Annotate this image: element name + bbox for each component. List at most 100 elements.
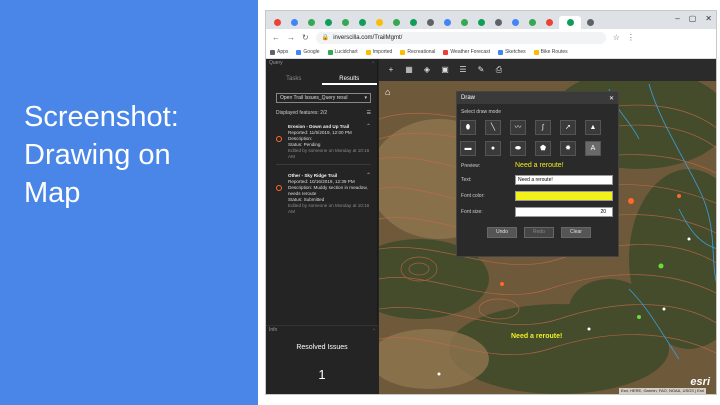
result-item[interactable]: ⌃ Erosion - Down and Up Trail Reported: … xyxy=(276,124,371,160)
favicon-icon xyxy=(495,19,502,26)
browser-tab[interactable] xyxy=(508,16,523,29)
panel-header: Info ▫ xyxy=(266,326,378,334)
layers-icon[interactable]: ◈ xyxy=(423,66,431,74)
text-input[interactable]: Need a reroute! xyxy=(515,175,613,185)
menu-icon[interactable]: ⋮ xyxy=(627,33,635,42)
browser-tab[interactable] xyxy=(355,16,370,29)
circle-icon[interactable]: ● xyxy=(485,141,501,156)
browser-tab[interactable] xyxy=(372,16,387,29)
esri-logo: esri xyxy=(690,376,710,388)
bookmark[interactable]: Apps xyxy=(270,49,288,55)
browser-tab[interactable] xyxy=(287,16,302,29)
browser-tab[interactable] xyxy=(304,16,319,29)
bookmark[interactable]: Lucidchart xyxy=(327,49,358,55)
triangle-icon[interactable]: ▲ xyxy=(585,120,601,135)
browser-tab[interactable] xyxy=(423,16,438,29)
list-icon[interactable]: ☰ xyxy=(459,66,467,74)
zoom-in-icon[interactable]: + xyxy=(387,66,395,74)
list-icon[interactable]: ☰ xyxy=(367,110,371,116)
location-pin-icon xyxy=(276,136,282,142)
query-panel: Query ▫ Tasks Results Open Trail Issues_… xyxy=(266,59,378,325)
freehand-line-icon[interactable]: ∫ xyxy=(535,120,551,135)
point-icon[interactable]: ⬮ xyxy=(460,120,476,135)
star-icon[interactable]: ☆ xyxy=(613,33,620,42)
font-size-input[interactable]: 20 xyxy=(515,207,613,217)
freehand-polygon-icon[interactable]: ✸ xyxy=(560,141,576,156)
info-panel: Info ▫ Resolved Issues 1 xyxy=(266,325,378,394)
browser-tab[interactable] xyxy=(406,16,421,29)
browser-tab[interactable] xyxy=(542,16,557,29)
edit-icon[interactable]: ✎ xyxy=(477,66,485,74)
preview-text: Need a reroute! xyxy=(515,162,564,169)
tab-tasks[interactable]: Tasks xyxy=(266,73,322,85)
basemap-icon[interactable]: ▦ xyxy=(405,66,413,74)
close-icon[interactable]: ✕ xyxy=(705,14,712,23)
draw-tools: ⬮ ╲ 〰 ∫ ➚ ▲ ▬ ● ⬬ ⬟ ✸ A xyxy=(460,120,618,156)
query-tabs: Tasks Results xyxy=(266,73,377,85)
minimize-icon[interactable]: – xyxy=(675,14,679,23)
result-description-label: Description: xyxy=(288,185,313,190)
browser-tab[interactable] xyxy=(474,16,489,29)
text-icon[interactable]: A xyxy=(585,141,601,156)
favicon-icon xyxy=(325,19,332,26)
chevron-up-icon[interactable]: ⌃ xyxy=(366,173,371,179)
slide-left-panel: Screenshot: Drawing on Map xyxy=(0,0,258,405)
query-select[interactable]: Open Trail Issues_Query resul ▾ xyxy=(276,93,371,103)
result-edited: Edited by someone on Monday at 10:16 AM xyxy=(288,148,370,159)
undo-button[interactable]: Undo xyxy=(487,227,517,238)
bookmark[interactable]: Sketches xyxy=(498,49,526,55)
browser-tab[interactable] xyxy=(440,16,455,29)
browser-tab[interactable] xyxy=(389,16,404,29)
browser-tab[interactable] xyxy=(338,16,353,29)
browser-tab[interactable] xyxy=(583,16,598,29)
clear-button[interactable]: Clear xyxy=(561,227,591,238)
tab-results[interactable]: Results xyxy=(321,73,377,85)
back-icon[interactable]: ← xyxy=(272,33,280,42)
expand-icon[interactable]: ▫ xyxy=(373,327,375,333)
bookmark[interactable]: Imported xyxy=(365,49,392,55)
redo-button[interactable]: Redo xyxy=(524,227,554,238)
reload-icon[interactable]: ↻ xyxy=(302,33,309,42)
result-status-value: Submitted xyxy=(303,197,325,202)
expand-icon[interactable]: ▫ xyxy=(372,60,374,66)
result-item[interactable]: ⌃ Other - Sky Ridge Trail Reported: 10/1… xyxy=(276,173,371,215)
browser-tab[interactable] xyxy=(270,16,285,29)
map-text-annotation[interactable]: Need a reroute! xyxy=(511,333,562,340)
bookmark[interactable]: Google xyxy=(296,49,320,55)
rectangle-icon[interactable]: ▬ xyxy=(460,141,476,156)
favicon-icon xyxy=(410,19,417,26)
font-size-row: Font size: 20 xyxy=(461,207,618,217)
home-icon[interactable]: ⌂ xyxy=(385,87,395,97)
browser-tab[interactable] xyxy=(457,16,472,29)
browser-tab[interactable] xyxy=(525,16,540,29)
window-controls: – ▢ ✕ xyxy=(675,14,712,23)
print-icon[interactable]: ⎙ xyxy=(495,66,503,74)
map-view[interactable]: + ▦ ◈ ▣ ☰ ✎ ⎙ ⌂ Draw ✕ Select draw mode … xyxy=(379,59,716,394)
font-color-picker[interactable] xyxy=(515,191,613,201)
preview-label: Preview: xyxy=(461,162,481,169)
polyline-icon[interactable]: 〰 xyxy=(510,120,526,135)
url-input[interactable]: 🔒 inverscilla.com/TrailMgmt/ xyxy=(315,31,606,44)
bookmark[interactable]: Weather Forecast xyxy=(443,49,490,55)
forward-icon[interactable]: → xyxy=(287,33,295,42)
favicon-icon xyxy=(342,19,349,26)
arrow-icon[interactable]: ➚ xyxy=(560,120,576,135)
image-icon[interactable]: ▣ xyxy=(441,66,449,74)
query-select-value: Open Trail Issues_Query resul xyxy=(280,95,348,101)
bookmark[interactable]: Bike Routes xyxy=(533,49,568,55)
resolved-issues-title: Resolved Issues xyxy=(296,344,348,351)
maximize-icon[interactable]: ▢ xyxy=(689,14,697,23)
browser-tab[interactable] xyxy=(491,16,506,29)
bookmark[interactable]: Recreational xyxy=(400,49,435,55)
browser-tab[interactable] xyxy=(321,16,336,29)
favicon-icon xyxy=(566,19,574,26)
draw-mode-label: Select draw mode xyxy=(461,109,502,115)
line-icon[interactable]: ╲ xyxy=(485,120,501,135)
browser-tab[interactable] xyxy=(559,16,581,29)
ellipse-icon[interactable]: ⬬ xyxy=(510,141,526,156)
chevron-up-icon[interactable]: ⌃ xyxy=(366,124,371,130)
browser-window: – ▢ ✕ ← → ↻ 🔒 inverscilla.com/TrailMgmt/… xyxy=(265,10,717,395)
font-color-label: Font color: xyxy=(461,193,485,199)
close-icon[interactable]: ✕ xyxy=(609,95,614,102)
polygon-icon[interactable]: ⬟ xyxy=(535,141,551,156)
